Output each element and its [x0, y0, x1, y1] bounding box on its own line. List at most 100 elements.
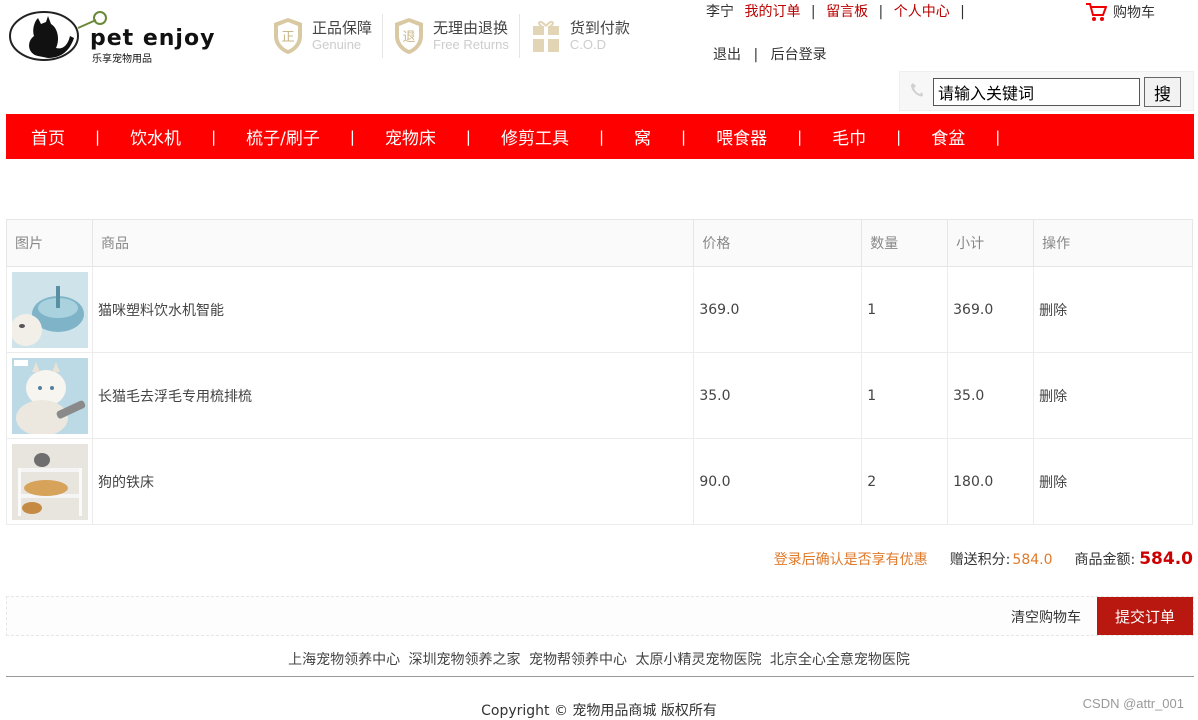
product-name[interactable]: 狗的铁床: [91, 438, 695, 525]
table-header-row: 图片 商品 价格 数量 小计 操作: [6, 219, 1193, 267]
footer-link[interactable]: 深圳宠物领养之家: [409, 652, 521, 668]
shield-returns-icon: 退: [395, 18, 424, 54]
nav-separator: |: [349, 127, 355, 146]
product-thumbnail[interactable]: [12, 357, 88, 434]
user-nav-secondary: 退出 | 后台登录: [713, 44, 827, 64]
guarantee-cod: 货到付款 C.O.D: [530, 14, 640, 58]
shield-genuine-glyph: 正: [281, 30, 294, 45]
table-row: 猫咪塑料饮水机智能 369.0 1 369.0 删除: [6, 266, 1193, 353]
nav-separator: |: [598, 127, 605, 146]
guarantee-main: 货到付款: [569, 19, 630, 37]
points-value: 584.0: [1012, 552, 1053, 568]
promo-notice: 登录后确认是否享有优惠: [773, 552, 928, 568]
message-board-link[interactable]: 留言板: [826, 4, 868, 20]
guarantee-returns: 退 无理由退换 Free Returns: [393, 14, 520, 58]
guarantee-sub: Free Returns: [433, 37, 509, 52]
footer-link[interactable]: 太原小精灵宠物医院: [635, 652, 761, 668]
nav-separator: |: [211, 127, 217, 146]
header-action: 操作: [1033, 219, 1193, 267]
product-image-cell: [6, 438, 93, 525]
header-product: 商品: [91, 219, 695, 267]
nav-item-pet-bed[interactable]: 宠物床: [385, 124, 436, 149]
nav-item-nest[interactable]: 窝: [634, 124, 651, 149]
footer-links: 上海宠物领养中心 深圳宠物领养之家 宠物帮领养中心 太原小精灵宠物医院 北京全心…: [0, 649, 1198, 669]
product-name[interactable]: 猫咪塑料饮水机智能: [91, 266, 695, 353]
nav-separator: |: [797, 127, 803, 146]
search-input[interactable]: [933, 78, 1140, 106]
guarantee-sub: C.O.D: [569, 37, 607, 52]
category-nav: 首页 | 饮水机 | 梳子/刷子 | 宠物床 | 修剪工具 | 窝 | 喂食器 …: [6, 114, 1194, 159]
nav-separator: |: [681, 127, 687, 146]
watermark: CSDN @attr_001: [1082, 696, 1184, 711]
delete-button[interactable]: 删除: [1033, 438, 1193, 525]
product-quantity: 1: [861, 266, 949, 353]
table-row: 狗的铁床 90.0 2 180.0 删除: [6, 438, 1193, 525]
nav-separator: |: [896, 127, 902, 146]
product-quantity: 1: [861, 352, 949, 439]
cart-action-bar: 清空购物车 提交订单: [6, 596, 1194, 636]
guarantee-main: 无理由退换: [433, 19, 509, 37]
logout-link[interactable]: 退出: [713, 47, 741, 63]
logo-tagline: 乐享宠物用品: [92, 54, 152, 65]
search-button[interactable]: 搜: [1144, 77, 1181, 107]
nav-separator: |: [878, 4, 884, 20]
copyright: Copyright © 宠物用品商城 版权所有: [481, 703, 717, 719]
header-image: 图片: [6, 219, 93, 267]
points-label: 赠送积分:: [949, 552, 1011, 568]
total-amount: 584.0: [1139, 549, 1193, 569]
delete-button[interactable]: 删除: [1033, 352, 1193, 439]
nav-item-food-bowl[interactable]: 食盆: [931, 124, 965, 149]
nav-item-home[interactable]: 首页: [31, 124, 65, 149]
nav-separator: |: [810, 4, 816, 20]
nav-item-trimming-tools[interactable]: 修剪工具: [501, 124, 569, 149]
my-orders-link[interactable]: 我的订单: [744, 4, 800, 20]
delete-button[interactable]: 删除: [1033, 266, 1193, 353]
product-name[interactable]: 长猫毛去浮毛专用梳排梳: [91, 352, 695, 439]
nav-item-combs[interactable]: 梳子/刷子: [246, 124, 320, 149]
footer-divider: [6, 676, 1194, 677]
nav-separator: |: [960, 4, 965, 20]
nav-separator: |: [465, 127, 471, 146]
cart-link[interactable]: 购物车: [1085, 2, 1155, 22]
product-thumbnail[interactable]: [12, 443, 88, 520]
product-price: 90.0: [693, 438, 863, 525]
cart-table: 图片 商品 价格 数量 小计 操作 猫咪塑料饮水机智能 369.0 1 369.…: [6, 219, 1193, 525]
footer-link[interactable]: 宠物帮领养中心: [529, 652, 627, 668]
search-box: 搜: [899, 71, 1194, 111]
site-logo[interactable]: pet enjoy 乐享宠物用品: [8, 6, 248, 66]
product-price: 369.0: [693, 266, 863, 353]
personal-center-link[interactable]: 个人中心: [894, 4, 950, 20]
nav-separator: |: [95, 127, 101, 146]
user-nav: 李宁 我的订单 | 留言板 | 个人中心 |: [706, 3, 971, 21]
nav-item-towel[interactable]: 毛巾: [832, 124, 866, 149]
username: 李宁: [706, 4, 734, 20]
product-quantity: 2: [861, 438, 949, 525]
phone-icon: [911, 83, 923, 97]
nav-item-water-dispenser[interactable]: 饮水机: [130, 124, 181, 149]
guarantee-main: 正品保障: [312, 19, 373, 37]
nav-item-feeder[interactable]: 喂食器: [716, 124, 767, 149]
clear-cart-button[interactable]: 清空购物车: [1011, 607, 1081, 627]
gift-box-icon: [532, 20, 559, 52]
guarantee-genuine: 正 正品保障 Genuine: [272, 14, 384, 58]
product-price: 35.0: [693, 352, 863, 439]
submit-order-button[interactable]: 提交订单: [1097, 597, 1193, 635]
product-image-cell: [6, 266, 93, 353]
nav-separator: |: [753, 47, 759, 63]
shield-returns-glyph: 退: [403, 30, 416, 45]
shopping-cart-icon: [1086, 3, 1107, 21]
product-subtotal: 369.0: [947, 266, 1035, 353]
product-subtotal: 35.0: [947, 352, 1035, 439]
logo-brand: pet enjoy: [90, 26, 216, 51]
total-label: 商品金额:: [1074, 552, 1136, 568]
product-image-cell: [6, 352, 93, 439]
table-row: 长猫毛去浮毛专用梳排梳 35.0 1 35.0 删除: [6, 352, 1193, 439]
header-price: 价格: [693, 219, 863, 267]
order-summary: 登录后确认是否享有优惠 赠送积分: 584.0 商品金额: 584.0: [774, 549, 1193, 569]
footer-link[interactable]: 北京全心全意宠物医院: [770, 652, 910, 668]
admin-login-link[interactable]: 后台登录: [771, 47, 827, 63]
shield-genuine-icon: 正: [274, 18, 302, 54]
product-subtotal: 180.0: [947, 438, 1035, 525]
product-thumbnail[interactable]: [12, 271, 88, 348]
footer-link[interactable]: 上海宠物领养中心: [288, 652, 400, 668]
